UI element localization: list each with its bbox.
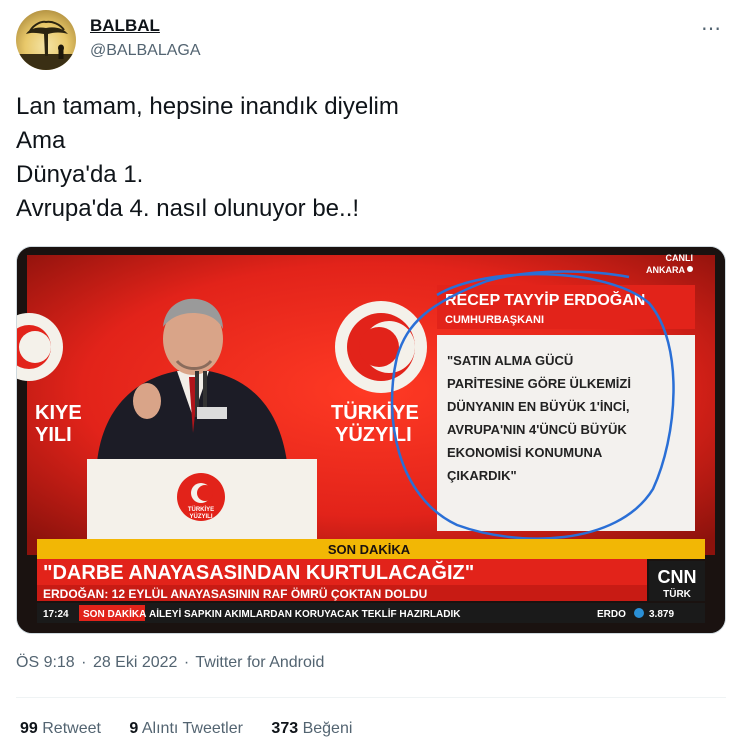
podium-logo-text-1: TÜRKİYE <box>188 506 214 513</box>
display-name[interactable]: BALBAL <box>90 16 201 36</box>
divider <box>16 697 726 698</box>
user-names: BALBAL @BALBALAGA <box>90 16 201 60</box>
tweet-date[interactable]: 28 Eki 2022 <box>93 654 178 671</box>
tweet-meta: ÖS 9:18 · 28 Eki 2022 · Twitter for Andr… <box>16 654 326 672</box>
backdrop-text-right-2: YÜZYILI <box>335 423 412 446</box>
meta-separator: · <box>81 654 87 671</box>
ticker-text: AİLEYİ SAPKIN AKIMLARDAN KORUYACAK TEKLİ… <box>149 607 461 620</box>
tweet-source[interactable]: Twitter for Android <box>195 654 324 671</box>
avatar-tree-silhouette-icon <box>16 20 76 70</box>
backdrop-text-left-1: KIYE <box>35 402 82 424</box>
tweet-line: Avrupa'da 4. nasıl olunuyor be..! <box>16 195 360 222</box>
ticker-indicator-icon <box>634 608 644 618</box>
quote-line: PARİTESİNE GÖRE ÜLKEMİZİ <box>447 376 631 391</box>
speaker-title: CUMHURBAŞKANI <box>445 314 544 326</box>
quote-line: "SATIN ALMA GÜCÜ <box>447 353 573 368</box>
quote-line: DÜNYANIN EN BÜYÜK 1'İNCİ, <box>447 399 629 414</box>
location-pin-icon <box>687 266 693 272</box>
likes-stat[interactable]: 373 Beğeni <box>271 720 352 737</box>
subheadline-text: ERDOĞAN: 12 EYLÜL ANAYASASININ RAF ÖMRÜ … <box>43 586 427 601</box>
son-dakika-label: SON DAKİKA <box>328 542 411 557</box>
tweet-stats: 99 Retweet 9 Alıntı Tweetler 373 Beğeni <box>20 720 376 738</box>
backdrop-text-left-2: YILI <box>35 424 72 446</box>
retweets-label: Retweet <box>42 720 101 737</box>
quote-line: EKONOMİSİ KONUMUNA <box>447 445 603 460</box>
quotes-stat[interactable]: 9 Alıntı Tweetler <box>129 720 247 737</box>
user-handle[interactable]: @BALBALAGA <box>90 42 201 60</box>
retweets-stat[interactable]: 99 Retweet <box>20 720 105 737</box>
retweets-count: 99 <box>20 720 38 737</box>
tweet-line: Dünya'da 1. <box>16 161 144 188</box>
tweet-text: Lan tamam, hepsine inandık diyelim Ama D… <box>16 90 716 226</box>
quote-line: AVRUPA'NIN 4'ÜNCÜ BÜYÜK <box>447 422 627 437</box>
ticker-label: SON DAKİKA <box>83 607 146 620</box>
tweet-line: Lan tamam, hepsine inandık diyelim <box>16 93 399 120</box>
ticker-value: 3.879 <box>649 609 674 620</box>
backdrop-emblem-right <box>335 301 427 393</box>
likes-label: Beğeni <box>302 720 353 737</box>
channel-logo-bottom: TÜRK <box>663 587 692 600</box>
meta-separator: · <box>183 654 190 671</box>
location-label: ANKARA <box>646 265 685 275</box>
tweet-media-image[interactable]: KIYE YILI TÜRKİYE YÜZYILI TÜRKİYE YÜZYIL… <box>16 246 726 634</box>
live-badge: CANLI <box>666 253 694 263</box>
quotes-count: 9 <box>129 720 139 737</box>
quote-line: ÇIKARDIK" <box>447 468 517 483</box>
avatar[interactable] <box>16 10 76 70</box>
ticker-time: 17:24 <box>43 609 69 620</box>
tv-screenshot: KIYE YILI TÜRKİYE YÜZYILI TÜRKİYE YÜZYIL… <box>17 247 725 633</box>
tweet-time[interactable]: ÖS 9:18 <box>16 654 75 671</box>
speaker-name: RECEP TAYYİP ERDOĞAN <box>445 290 645 309</box>
tweet-line: Ama <box>16 127 66 154</box>
quotes-label: Alıntı Tweetler <box>141 720 243 737</box>
tweet-header: BALBAL @BALBALAGA ⋯ <box>16 10 726 72</box>
mic-stand <box>197 407 227 419</box>
likes-count: 373 <box>271 720 299 737</box>
podium-logo-text-2: YÜZYILI <box>189 513 212 520</box>
more-options-icon[interactable]: ⋯ <box>701 16 722 41</box>
channel-logo-top: CNN <box>658 567 697 587</box>
ticker-right-label: ERDO <box>597 609 626 620</box>
headline-text: "DARBE ANAYASASINDAN KURTULACAĞIZ" <box>43 560 474 584</box>
backdrop-text-right-1: TÜRKİYE <box>331 401 419 424</box>
